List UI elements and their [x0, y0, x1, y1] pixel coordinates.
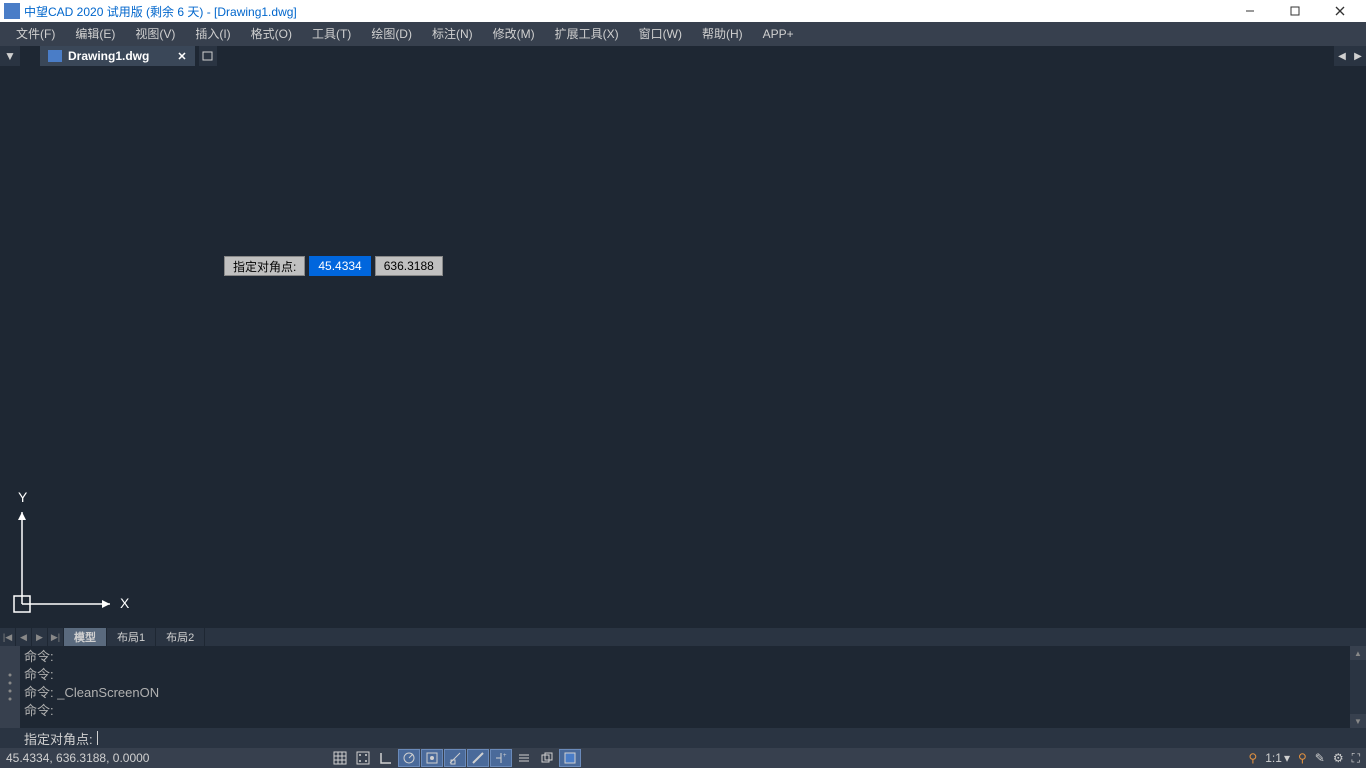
dwg-icon: [48, 50, 62, 62]
dyn-input-value1[interactable]: 45.4334: [309, 256, 370, 276]
annotation-scale-icon[interactable]: ⚲: [1248, 751, 1257, 765]
menu-edit[interactable]: 编辑(E): [65, 22, 125, 46]
layout-tab-bar: |◀ ◀ ▶ ▶| 模型 布局1 布局2: [0, 628, 1366, 646]
maximize-button[interactable]: [1272, 0, 1317, 22]
ucs-y-label: Y: [18, 489, 28, 505]
menu-modify[interactable]: 修改(M): [483, 22, 545, 46]
status-bar: 45.4334, 636.3188, 0.0000 + ⚲ 1:1 ▾ ⚲ ✎ …: [0, 748, 1366, 768]
title-bar: 中望CAD 2020 试用版 (剩余 6 天) - [Drawing1.dwg]: [0, 0, 1366, 22]
dynamic-input-tooltip: 指定对角点: 45.4334 636.3188: [224, 256, 443, 276]
window-title: 中望CAD 2020 试用版 (剩余 6 天) - [Drawing1.dwg]: [24, 3, 297, 20]
app-icon: [4, 3, 20, 19]
annotation-scale-value[interactable]: 1:1 ▾: [1265, 751, 1290, 765]
menu-insert[interactable]: 插入(I): [185, 22, 240, 46]
annotation-visibility-icon[interactable]: ⚲: [1298, 751, 1307, 765]
menu-file[interactable]: 文件(F): [6, 22, 65, 46]
menu-express[interactable]: 扩展工具(X): [545, 22, 629, 46]
layout-nav-last[interactable]: ▶|: [48, 628, 64, 646]
layout-nav-first[interactable]: |◀: [0, 628, 16, 646]
menu-format[interactable]: 格式(O): [241, 22, 302, 46]
menu-draw[interactable]: 绘图(D): [361, 22, 422, 46]
tab-dropdown[interactable]: ▼: [0, 46, 20, 66]
command-panel-handle[interactable]: [0, 646, 20, 728]
command-input[interactable]: 指定对角点:: [0, 728, 1366, 748]
model-space-toggle[interactable]: [559, 749, 581, 767]
osnap-toggle[interactable]: [421, 749, 443, 767]
tab-nav-right[interactable]: ▶: [1350, 46, 1366, 66]
tab-label: Drawing1.dwg: [68, 49, 149, 63]
minimize-button[interactable]: [1227, 0, 1272, 22]
menu-help[interactable]: 帮助(H): [692, 22, 753, 46]
command-scrollbar[interactable]: ▲ ▼: [1350, 646, 1366, 728]
properties-toggle[interactable]: [513, 749, 535, 767]
settings-gear-icon[interactable]: ⚙: [1333, 751, 1344, 765]
layout-nav-prev[interactable]: ◀: [16, 628, 32, 646]
command-prompt: 指定对角点:: [24, 729, 93, 748]
dyn-input-label: 指定对角点:: [224, 256, 305, 276]
coordinates-readout[interactable]: 45.4334, 636.3188, 0.0000: [6, 751, 149, 765]
ucs-x-label: X: [120, 595, 130, 611]
close-button[interactable]: [1317, 0, 1362, 22]
cmd-line: 命令:: [24, 666, 1346, 684]
command-history-panel: 命令: 命令: 命令: _CleanScreenON 命令: ▲ ▼: [0, 646, 1366, 728]
cmd-line: 命令:: [24, 702, 1346, 720]
annotation-auto-icon[interactable]: ✎: [1315, 751, 1325, 765]
menu-window[interactable]: 窗口(W): [629, 22, 692, 46]
menu-dimension[interactable]: 标注(N): [422, 22, 483, 46]
cycle-toggle[interactable]: [536, 749, 558, 767]
otrack-toggle[interactable]: [444, 749, 466, 767]
ortho-toggle[interactable]: [375, 749, 397, 767]
document-tab-bar: ▼ Drawing1.dwg ✕ ◀ ▶: [0, 46, 1366, 66]
drawing-canvas[interactable]: 指定对角点: 45.4334 636.3188 X Y: [0, 66, 1366, 622]
layout-tab-layout1[interactable]: 布局1: [107, 628, 156, 646]
scroll-track[interactable]: [1350, 660, 1366, 714]
menu-view[interactable]: 视图(V): [125, 22, 185, 46]
dynamic-input-toggle[interactable]: +: [490, 749, 512, 767]
layout-tab-layout2[interactable]: 布局2: [156, 628, 205, 646]
tab-nav-left[interactable]: ◀: [1334, 46, 1350, 66]
menu-tools[interactable]: 工具(T): [302, 22, 361, 46]
tab-close-icon[interactable]: ✕: [177, 50, 186, 63]
document-tab-drawing1[interactable]: Drawing1.dwg ✕: [40, 46, 195, 66]
polar-toggle[interactable]: [398, 749, 420, 767]
scroll-up-icon[interactable]: ▲: [1350, 646, 1366, 660]
svg-text:+: +: [503, 753, 507, 759]
ucs-icon: X Y: [10, 486, 130, 616]
layout-nav-next[interactable]: ▶: [32, 628, 48, 646]
text-cursor: [97, 731, 98, 745]
snap-grid-toggle[interactable]: [329, 749, 351, 767]
cmd-line: 命令:: [24, 648, 1346, 666]
menu-app[interactable]: APP+: [753, 22, 804, 46]
scroll-down-icon[interactable]: ▼: [1350, 714, 1366, 728]
menu-bar: 文件(F) 编辑(E) 视图(V) 插入(I) 格式(O) 工具(T) 绘图(D…: [0, 22, 1366, 46]
new-tab-button[interactable]: [199, 46, 217, 66]
grid-display-toggle[interactable]: [352, 749, 374, 767]
lineweight-toggle[interactable]: [467, 749, 489, 767]
cmd-line: 命令: _CleanScreenON: [24, 684, 1346, 702]
dyn-input-value2[interactable]: 636.3188: [375, 256, 443, 276]
command-history-text: 命令: 命令: 命令: _CleanScreenON 命令:: [20, 646, 1350, 728]
layout-tab-model[interactable]: 模型: [64, 628, 107, 646]
fullscreen-icon[interactable]: ⛶: [1352, 751, 1360, 766]
